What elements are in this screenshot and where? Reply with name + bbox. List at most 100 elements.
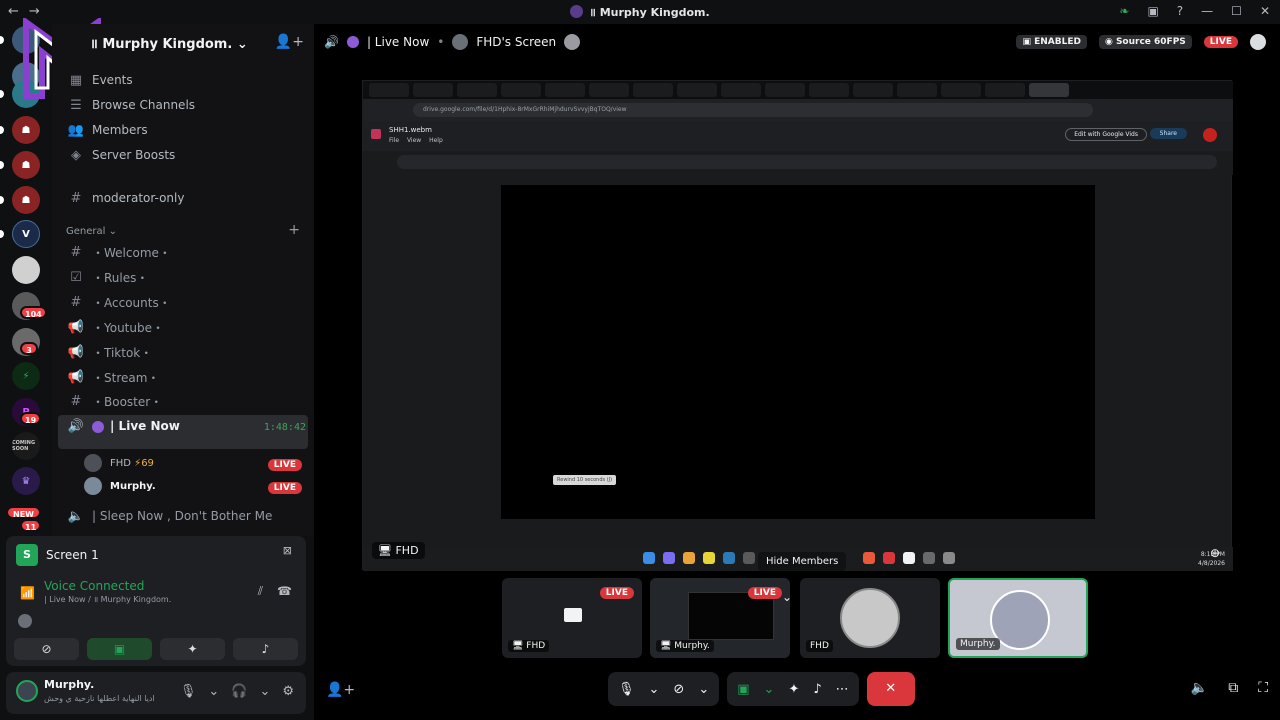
channel-booster[interactable]: # ・Booster・ (58, 389, 308, 413)
gear-icon[interactable]: ⚙ (282, 684, 294, 699)
unread-pip (0, 126, 4, 134)
leaf-icon[interactable]: ❧ (1119, 4, 1129, 18)
drive-file-title: SHH1.webm (389, 126, 432, 134)
channel-accounts[interactable]: # ・Accounts・ (58, 290, 308, 314)
user-bar: Murphy. اديا النهاية اعطلها نازحية ي وحش… (6, 672, 306, 714)
add-channel-icon[interactable]: + (288, 222, 300, 238)
chevron-down-icon[interactable]: ⌄ (698, 682, 709, 697)
nav-server-boosts[interactable]: ◈ Server Boosts (58, 143, 308, 167)
new-badge: NEW (6, 506, 41, 519)
browser-address-bar: drive.google.com/file/d/1Hphix-8rMxGrRhi… (363, 99, 1233, 121)
help-icon[interactable]: ? (1177, 4, 1183, 18)
voice-connected-label[interactable]: Voice Connected (44, 579, 144, 593)
channel-stream[interactable]: 📢 ・Stream・ (58, 365, 308, 389)
participant-tile-murphy[interactable]: Murphy. (948, 578, 1088, 658)
activities-icon[interactable]: ✦ (788, 682, 799, 697)
avatar[interactable] (16, 680, 38, 702)
server-icon-14[interactable]: ♛ (12, 467, 40, 495)
announcement-icon: 📢 (67, 344, 85, 360)
disconnect-icon[interactable]: ☎ (277, 584, 292, 599)
headphones-icon[interactable]: 🎧 (231, 684, 247, 699)
share-controls: ▣ ⌄ ✦ ♪ ⋯ (727, 672, 859, 706)
close-button[interactable]: ✕ (1260, 4, 1270, 18)
browser-tab (941, 83, 981, 97)
mic-icon[interactable]: 🎙 (180, 684, 197, 699)
chevron-down-icon[interactable]: ⌄ (649, 682, 660, 697)
list-icon: ☰ (70, 97, 82, 113)
browser-tab (809, 83, 849, 97)
camera-off-icon[interactable]: ⊘ (673, 682, 684, 697)
tile-label: Murphy. (956, 638, 1000, 650)
voice-channel-path: | Live Now / ॥ Murphy Kingdom. (44, 595, 172, 604)
browser-tab (589, 83, 629, 97)
channel-welcome[interactable]: # ・Welcome・ (58, 240, 308, 264)
participant-tile-murphy-stream[interactable]: LIVE 🖥 Murphy. (650, 578, 790, 658)
browser-tabs (363, 81, 1233, 99)
voice-timer: 1:48:42 (263, 422, 306, 433)
server-icon-8[interactable] (12, 256, 40, 284)
soundboard-button[interactable]: ♪ (233, 638, 298, 660)
chevron-down-icon[interactable]: ⌄ (764, 682, 775, 697)
stage-channel: | Live Now (366, 35, 430, 49)
stream-owner-label: 🖥 FHD (372, 542, 425, 559)
nav-members[interactable]: 👥 Members (58, 118, 308, 142)
browser-tab (721, 83, 761, 97)
screen-share-icon[interactable]: ▣ (737, 682, 749, 697)
server-icon-5[interactable]: ☗ (12, 151, 40, 179)
activities-button[interactable]: ✦ (160, 638, 225, 660)
server-icon-7[interactable]: V (12, 220, 40, 248)
server-icon-4[interactable]: ☗ (12, 116, 40, 144)
channel-moderator-only[interactable]: # moderator-only (58, 186, 308, 210)
popout-icon[interactable]: ⧉ (1228, 680, 1238, 696)
participant-tile-fhd[interactable]: FHD (800, 578, 940, 658)
signal-icon[interactable]: 📶 (20, 586, 35, 600)
disconnect-button[interactable]: ✕ (866, 672, 915, 706)
avatar (18, 614, 32, 628)
channel-youtube[interactable]: 📢 ・Youtube・ (58, 315, 308, 339)
server-icon-6[interactable]: ☗ (12, 186, 40, 214)
volume-icon[interactable]: 🔈 (1191, 680, 1208, 696)
avatar (452, 34, 469, 50)
screen-share-button[interactable]: ▣ (87, 638, 152, 660)
source-quality-badge[interactable]: ◉ Source 60FPS (1098, 35, 1192, 49)
voice-channel-sleep[interactable]: 🔈 | Sleep Now , Don't Bother Me (58, 504, 308, 528)
invite-icon[interactable]: 👤+ (275, 34, 304, 50)
nav-browse-channels[interactable]: ☰ Browse Channels (58, 93, 308, 117)
zoom-icon[interactable]: ⊕ (1210, 546, 1220, 560)
stream-video[interactable]: drive.google.com/file/d/1Hphix-8rMxGrRhi… (362, 80, 1233, 571)
maximize-button[interactable]: ☐ (1231, 4, 1242, 18)
camera-off-button[interactable]: ⊘ (14, 638, 79, 660)
voice-user-murphy[interactable]: Murphy. (84, 475, 156, 497)
server-icon-11[interactable]: ⚡ (12, 362, 40, 390)
participant-tile-fhd-stream[interactable]: LIVE 🖥 FHD (502, 578, 642, 658)
live-badge: LIVE (747, 584, 782, 599)
channel-rules[interactable]: ☑ ・Rules・ (58, 265, 308, 289)
avatar (84, 477, 102, 495)
channel-tiktok[interactable]: 📢 ・Tiktok・ (58, 340, 308, 364)
category-general[interactable]: General ⌄ (66, 226, 117, 237)
voice-user-fhd[interactable]: FHD ⚡69 (84, 452, 154, 474)
chevron-down-icon[interactable]: ⌄ (208, 684, 219, 699)
soundboard-icon[interactable]: ♪ (813, 682, 821, 697)
collapse-chevron-icon[interactable]: ⌄ (782, 590, 792, 604)
speaker-icon: 🔊 (324, 35, 339, 49)
add-people-icon[interactable]: 👤+ (326, 682, 355, 698)
mention-badge: 3 (20, 342, 38, 355)
nav-events[interactable]: ▦ Events (58, 68, 308, 92)
chevron-down-icon[interactable]: ⌄ (259, 684, 270, 699)
stage-streamer: FHD's Screen (476, 35, 557, 49)
minimize-button[interactable]: — (1201, 4, 1213, 18)
browser-tab (985, 83, 1025, 97)
avatar (840, 588, 900, 648)
noise-suppression-icon[interactable]: ⫽ (258, 584, 263, 599)
fullscreen-icon[interactable]: ⛶ (1258, 680, 1268, 696)
mic-icon[interactable]: 🎙 (618, 682, 635, 697)
username[interactable]: Murphy. (44, 678, 94, 691)
server-name[interactable]: ॥ Murphy Kingdom. ⌄ (90, 34, 248, 52)
server-icon-13[interactable]: COMING SOON (12, 432, 40, 460)
stop-screen-icon[interactable]: ⊠ (283, 544, 292, 557)
enabled-badge[interactable]: ▣ ENABLED (1016, 35, 1087, 49)
chat-icon[interactable] (1250, 34, 1266, 50)
more-icon[interactable]: ⋯ (836, 682, 849, 697)
inbox-icon[interactable]: ▣ (1147, 4, 1158, 18)
